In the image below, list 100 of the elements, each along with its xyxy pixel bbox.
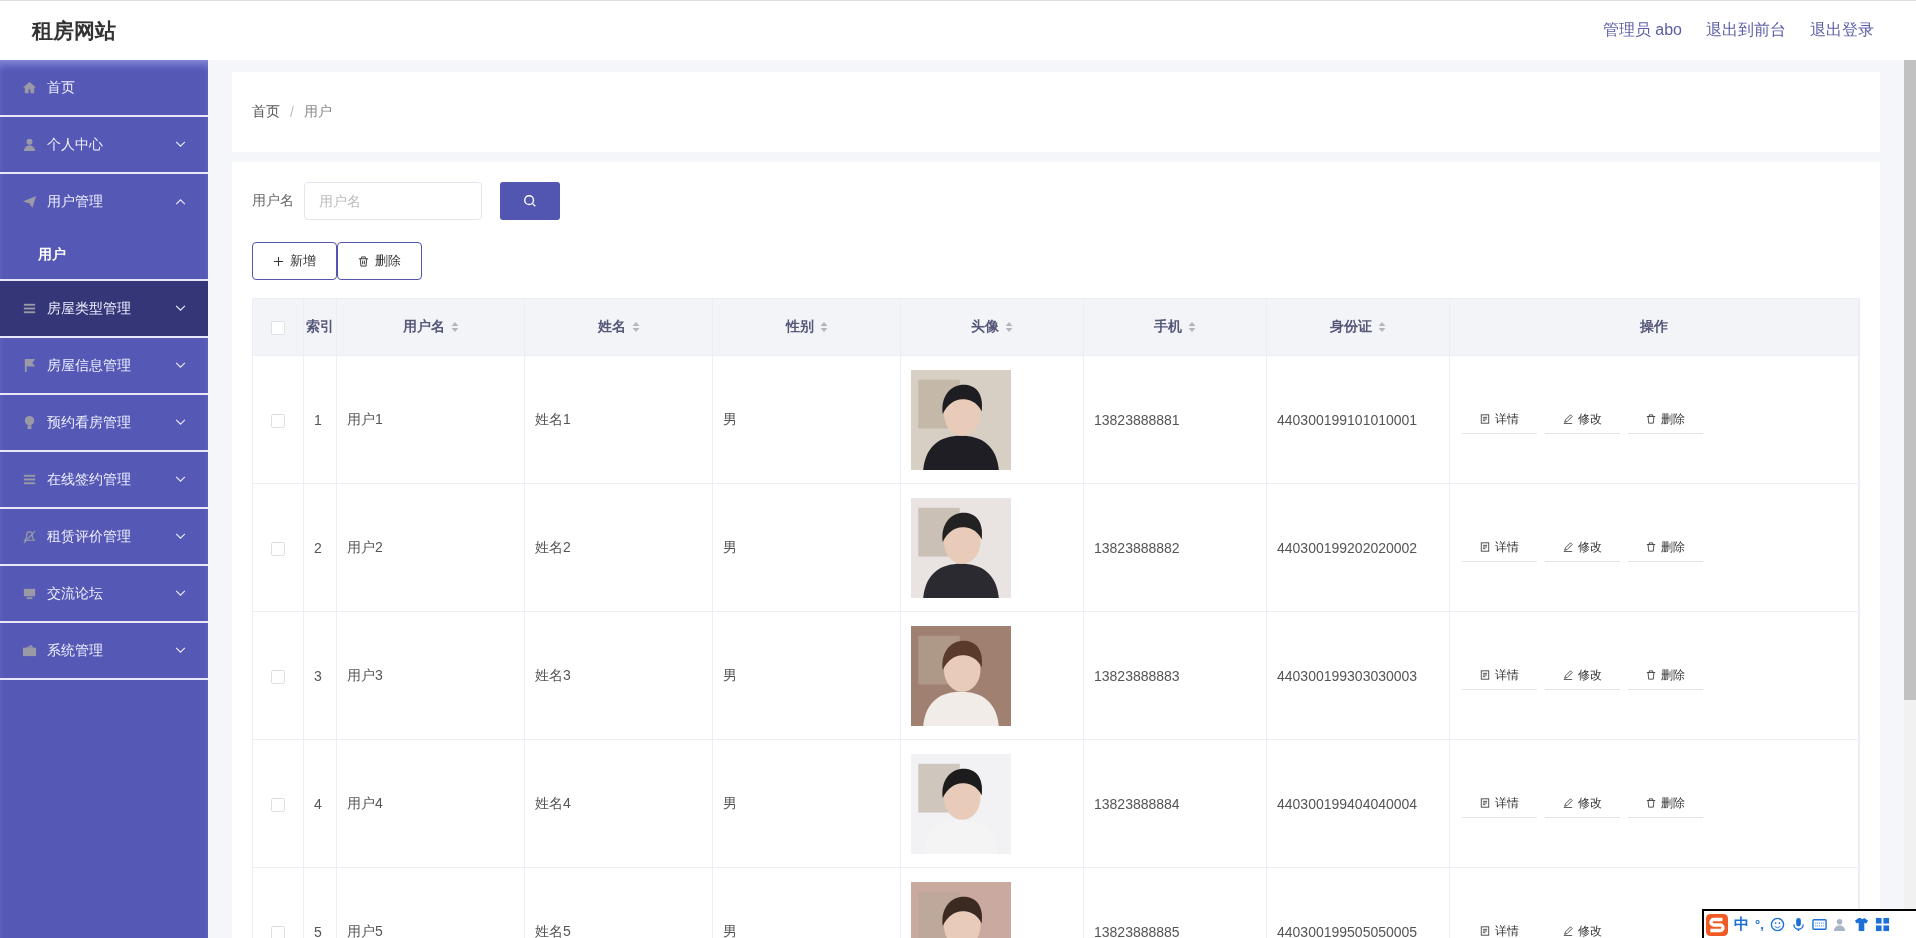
header-link[interactable]: 退出到前台: [1706, 20, 1786, 41]
add-button[interactable]: 新增: [252, 242, 337, 280]
sort-icon: [450, 321, 459, 334]
document-icon: [1480, 414, 1490, 424]
table-cell: 440300199202020002: [1266, 483, 1450, 612]
column-header[interactable]: 头像: [900, 299, 1084, 356]
chevron-icon: [175, 590, 186, 597]
table-cell: 2: [303, 483, 337, 612]
wallet-icon: [22, 643, 37, 658]
person-icon[interactable]: [1832, 917, 1848, 932]
list-icon: [22, 301, 37, 316]
smiley-icon[interactable]: [1769, 917, 1785, 932]
table-cell: 男: [712, 867, 901, 938]
table-cell: 440300199303030003: [1266, 611, 1450, 740]
search-field[interactable]: 用户名: [304, 182, 482, 220]
checkbox[interactable]: [271, 413, 285, 428]
table-cell: 男: [712, 611, 901, 740]
shirt-icon[interactable]: [1853, 917, 1869, 932]
sidebar-item[interactable]: 房屋信息管理: [0, 338, 208, 393]
table-cell: 4: [303, 739, 337, 868]
breadcrumb-link[interactable]: 用户: [303, 103, 332, 121]
trash-icon: [1646, 798, 1656, 808]
column-header[interactable]: 性别: [712, 299, 901, 356]
checkbox[interactable]: [271, 321, 285, 336]
chevron-icon: [175, 362, 186, 369]
checkbox[interactable]: [271, 925, 285, 938]
header-link[interactable]: 管理员 abo: [1602, 20, 1682, 41]
table-cell: 用户1: [336, 355, 525, 484]
table-cell: 13823888884: [1083, 739, 1267, 868]
chevron-icon: [175, 419, 186, 426]
table-cell: 13823888881: [1083, 355, 1267, 484]
pencil-icon: [1563, 670, 1573, 680]
column-header[interactable]: 姓名: [524, 299, 713, 356]
document-icon: [1480, 670, 1490, 680]
ime-punctuation[interactable]: °,: [1755, 917, 1764, 932]
sidebar-item[interactable]: 系统管理: [0, 623, 208, 678]
table-cell: 男: [712, 355, 901, 484]
table-cell: 男: [712, 483, 901, 612]
pencil-icon: [1563, 926, 1573, 936]
table-cell: 用户4: [336, 739, 525, 868]
table-cell: 1: [303, 355, 337, 484]
delete-button[interactable]: 删除: [337, 242, 422, 280]
trash-icon: [1646, 542, 1656, 552]
column-header[interactable]: 手机: [1083, 299, 1267, 356]
sort-icon: [631, 321, 640, 334]
table-cell: 440300199101010001: [1266, 355, 1450, 484]
sidebar-item[interactable]: 在线签约管理: [0, 452, 208, 507]
sidebar-item[interactable]: 个人中心: [0, 117, 208, 172]
user-icon: [22, 137, 37, 152]
sort-icon: [1188, 321, 1196, 334]
table-cell: 用户5: [336, 867, 525, 938]
table-cell: 姓名2: [524, 483, 713, 612]
site-title: 租房网站: [32, 17, 116, 44]
column-header[interactable]: 用户名: [336, 299, 525, 356]
sidebar-item[interactable]: 租赁评价管理: [0, 509, 208, 564]
pencil-icon: [1563, 414, 1573, 424]
ime-mode[interactable]: 中: [1734, 915, 1749, 934]
chevron-icon: [175, 476, 186, 483]
table-cell: 用户3: [336, 611, 525, 740]
table-cell: 13823888885: [1083, 867, 1267, 938]
header-link[interactable]: 退出登录: [1810, 20, 1874, 41]
paper-plane-icon: [22, 194, 37, 209]
breadcrumb-link[interactable]: 首页: [252, 103, 280, 121]
sidebar-item[interactable]: 房屋类型管理: [0, 281, 208, 336]
column-header: 操作: [1449, 299, 1859, 356]
sort-icon: [1378, 321, 1386, 334]
search-button[interactable]: [500, 182, 560, 220]
trash-icon: [1646, 414, 1656, 424]
search-icon: [523, 194, 537, 208]
checkbox[interactable]: [271, 669, 285, 684]
column-header[interactable]: 身份证: [1266, 299, 1450, 356]
bell-icon: [22, 529, 37, 544]
checkbox[interactable]: [271, 797, 285, 812]
table-cell: 姓名5: [524, 867, 713, 938]
table-cell: 姓名1: [524, 355, 713, 484]
chevron-icon: [175, 647, 186, 654]
checkbox[interactable]: [271, 541, 285, 556]
monitor-icon: [22, 586, 37, 601]
document-icon: [1480, 926, 1490, 936]
table-cell: 13823888883: [1083, 611, 1267, 740]
table-cell: 姓名3: [524, 611, 713, 740]
sidebar-subitem[interactable]: 用户: [0, 229, 208, 279]
home-icon: [22, 80, 37, 95]
sidebar-item[interactable]: 用户管理: [0, 174, 208, 229]
sidebar-item[interactable]: 首页: [0, 60, 208, 115]
grid-icon[interactable]: [1874, 917, 1890, 932]
keyboard-icon[interactable]: [1811, 917, 1827, 932]
table-cell: 5: [303, 867, 337, 938]
microphone-icon[interactable]: [1790, 917, 1806, 932]
sidebar-item[interactable]: 预约看房管理: [0, 395, 208, 450]
trash-icon: [358, 255, 369, 267]
chevron-icon: [175, 305, 186, 312]
bulb-icon: [22, 415, 37, 430]
table-cell: 男: [712, 739, 901, 868]
scrollbar-thumb[interactable]: [1904, 60, 1916, 700]
chevron-icon: [175, 198, 186, 205]
flag-icon: [22, 358, 37, 373]
table-cell: 440300199505050005: [1266, 867, 1450, 938]
sidebar-item[interactable]: 交流论坛: [0, 566, 208, 621]
sort-icon: [819, 321, 828, 334]
